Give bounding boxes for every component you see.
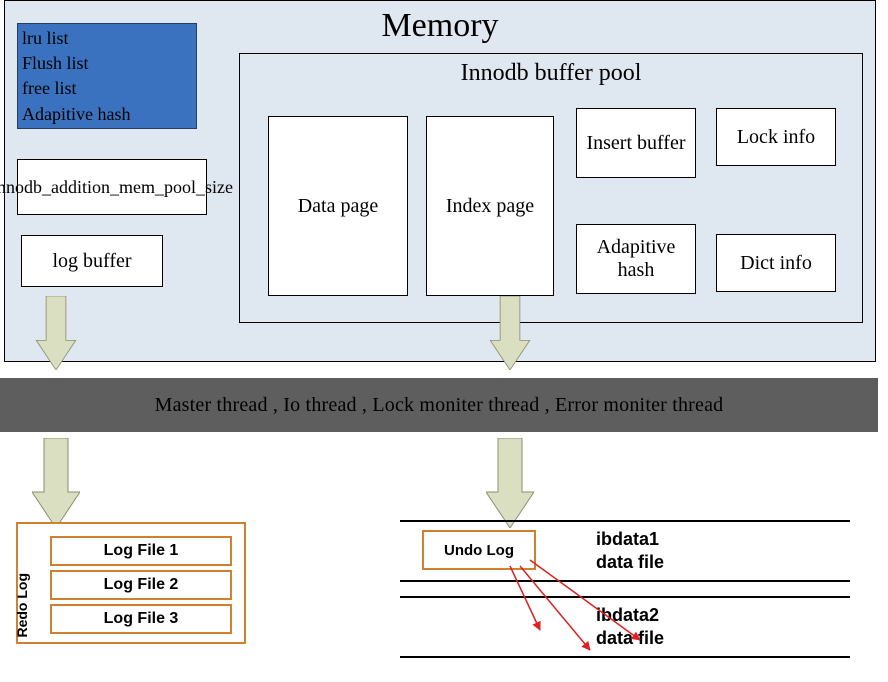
index-page-box: Index page — [426, 116, 554, 296]
buffer-pool-block: Innodb buffer pool Data page Index page … — [239, 53, 863, 323]
lock-info-label: Lock info — [737, 126, 815, 149]
memory-lists-box: lru list Flush list free list Adapitive … — [17, 23, 197, 129]
flush-list-label: Flush list — [22, 51, 192, 76]
data-page-label: Data page — [298, 195, 379, 218]
lru-list-label: lru list — [22, 26, 192, 51]
undo-log-box: Undo Log — [422, 530, 536, 570]
data-page-box: Data page — [268, 116, 408, 296]
log-file-1-label: Log File 1 — [104, 542, 179, 560]
ibdata2-label: ibdata2 data file — [596, 604, 664, 649]
memory-title: Memory — [381, 7, 498, 45]
ibdata2-row: ibdata2 data file — [400, 596, 850, 658]
ibdata2-name: ibdata2 — [596, 605, 659, 625]
threads-bar: Master thread , Io thread , Lock moniter… — [0, 378, 878, 432]
arrow-down-icon — [486, 438, 534, 528]
insert-buffer-label: Insert buffer — [586, 132, 685, 155]
arrow-down-icon — [486, 296, 534, 370]
ibdata2-sub: data file — [596, 628, 664, 648]
insert-buffer-box: Insert buffer — [576, 108, 696, 178]
ibdata1-sub: data file — [596, 552, 664, 572]
addition-mem-pool-box: Innodb_addition_mem_pool_size — [17, 159, 207, 215]
ibdata1-name: ibdata1 — [596, 529, 659, 549]
memory-block: Memory lru list Flush list free list Ada… — [4, 0, 876, 362]
arrow-down-icon — [32, 296, 80, 370]
undo-log-label: Undo Log — [444, 542, 514, 559]
dict-info-label: Dict info — [740, 252, 812, 275]
log-buffer-label: log buffer — [52, 250, 131, 273]
log-file-2-box: Log File 2 — [50, 570, 232, 600]
buffer-pool-title: Innodb buffer pool — [461, 60, 642, 87]
ibdata1-label: ibdata1 data file — [596, 528, 664, 573]
dict-info-box: Dict info — [716, 234, 836, 292]
adaptive-hash-box: Adapitive hash — [576, 224, 696, 294]
log-file-2-label: Log File 2 — [104, 576, 179, 594]
lock-info-box: Lock info — [716, 108, 836, 166]
arrow-down-icon — [32, 438, 80, 528]
addition-mem-pool-label: Innodb_addition_mem_pool_size — [0, 177, 233, 198]
log-file-1-box: Log File 1 — [50, 536, 232, 566]
log-buffer-box: log buffer — [21, 235, 163, 287]
free-list-label: free list — [22, 76, 192, 101]
index-page-label: Index page — [446, 195, 534, 218]
redo-log-group: Redo Log Log File 1 Log File 2 Log File … — [16, 522, 246, 644]
adaptive-hash-list-label: Adapitive hash — [22, 102, 192, 127]
adaptive-hash-label: Adapitive hash — [579, 236, 693, 282]
log-file-3-label: Log File 3 — [104, 610, 179, 628]
threads-text: Master thread , Io thread , Lock moniter… — [155, 394, 724, 417]
redo-log-label: Redo Log — [14, 573, 30, 638]
log-file-3-box: Log File 3 — [50, 604, 232, 634]
